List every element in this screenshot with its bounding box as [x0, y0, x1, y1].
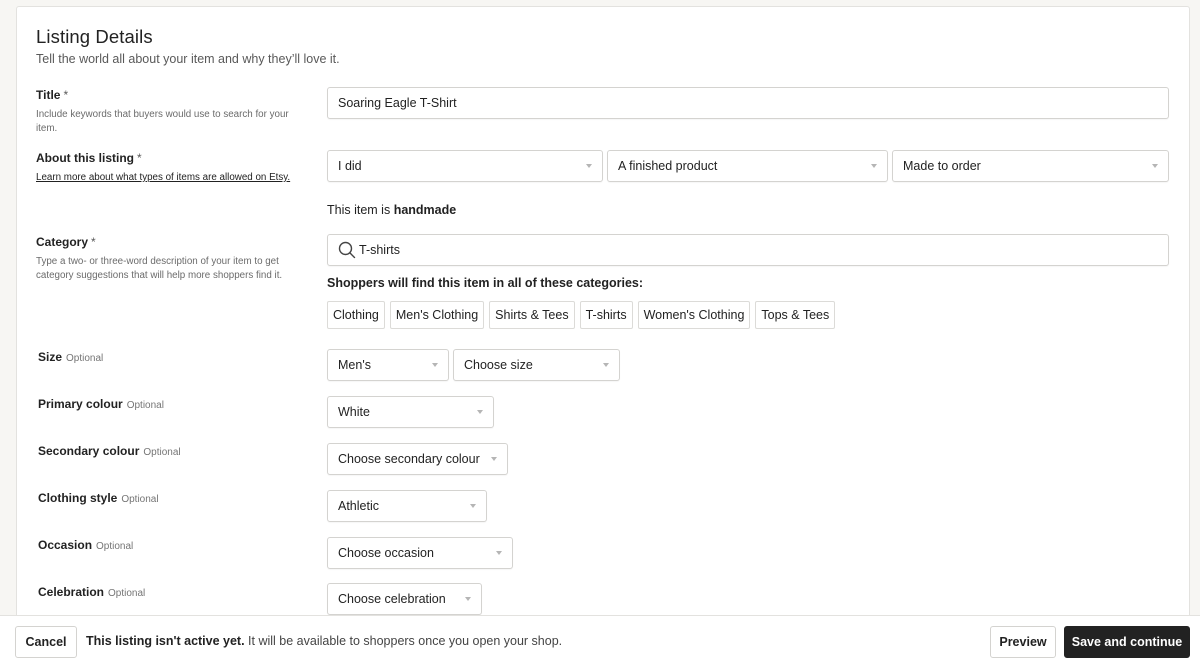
chevron-down-icon: [586, 164, 592, 168]
optional-tag: Optional: [96, 541, 134, 552]
category-chip: Shirts & Tees: [489, 301, 575, 329]
clothing-style-select[interactable]: Athletic: [327, 490, 487, 522]
chevron-down-icon: [603, 363, 609, 367]
optional-tag: Optional: [143, 447, 181, 458]
when-made-select[interactable]: Made to order: [892, 150, 1169, 182]
category-chip: Tops & Tees: [755, 301, 836, 329]
preview-button[interactable]: Preview: [990, 626, 1056, 658]
occasion-value: Choose occasion: [338, 546, 434, 560]
primary-colour-value: White: [338, 405, 370, 419]
category-chip: Women's Clothing: [637, 301, 751, 329]
secondary-colour-select[interactable]: Choose secondary colour: [327, 443, 508, 475]
handmade-note: This item is handmade: [327, 203, 456, 217]
category-search-input[interactable]: T-shirts: [327, 234, 1169, 266]
category-search-value: T-shirts: [359, 243, 400, 257]
category-label-text: Category: [36, 235, 89, 249]
required-mark: *: [137, 151, 142, 165]
about-label-text: About this listing: [36, 151, 134, 165]
clothing-style-label: Clothing style Optional: [38, 491, 159, 505]
who-made-value: I did: [338, 159, 362, 173]
secondary-colour-label: Secondary colour Optional: [38, 444, 181, 458]
category-description: Type a two- or three-word description of…: [36, 256, 283, 281]
primary-colour-select[interactable]: White: [327, 396, 494, 428]
required-mark: *: [63, 88, 69, 102]
chevron-down-icon: [1152, 164, 1158, 168]
occasion-select[interactable]: Choose occasion: [327, 537, 513, 569]
inactive-listing-message-bold: This listing isn't active yet.: [86, 634, 245, 648]
what-is-it-select[interactable]: A finished product: [607, 150, 888, 182]
chevron-down-icon: [496, 551, 502, 555]
handmade-note-value: handmade: [393, 203, 457, 217]
chevron-down-icon: [477, 410, 483, 414]
page-subtitle: Tell the world all about your item and w…: [36, 52, 340, 66]
inactive-listing-message-rest: It will be available to shoppers once yo…: [244, 634, 563, 648]
title-input-value: Soaring Eagle T-Shirt: [338, 96, 457, 110]
size-value: Choose size: [464, 358, 533, 372]
about-label: About this listing *: [36, 151, 142, 165]
allowed-items-link[interactable]: Learn more about what types of items are…: [36, 171, 298, 185]
cancel-button[interactable]: Cancel: [15, 626, 77, 658]
category-chip-list: Clothing Men's Clothing Shirts & Tees T-…: [327, 301, 836, 329]
inactive-listing-message: This listing isn't active yet. It will b…: [86, 634, 562, 648]
primary-colour-label-text: Primary colour: [38, 397, 123, 411]
chevron-down-icon: [432, 363, 438, 367]
category-chip: Clothing: [327, 301, 385, 329]
what-is-it-value: A finished product: [618, 159, 718, 173]
category-chip: T-shirts: [579, 301, 633, 329]
title-label: Title *: [36, 88, 68, 102]
chevron-down-icon: [871, 164, 877, 168]
title-input[interactable]: Soaring Eagle T-Shirt: [327, 87, 1169, 119]
celebration-value: Choose celebration: [338, 592, 446, 606]
chevron-down-icon: [465, 597, 471, 601]
category-suggestions-heading: Shoppers will find this item in all of t…: [327, 276, 644, 290]
required-mark: *: [91, 235, 96, 249]
when-made-value: Made to order: [903, 159, 981, 173]
handmade-note-prefix: This item is: [327, 203, 391, 217]
who-made-select[interactable]: I did: [327, 150, 603, 182]
chevron-down-icon: [470, 504, 476, 508]
secondary-colour-value: Choose secondary colour: [338, 452, 480, 466]
occasion-label: Occasion Optional: [38, 538, 133, 552]
category-label: Category *: [36, 235, 96, 249]
size-label-text: Size: [38, 350, 63, 364]
footer-bar: Cancel This listing isn't active yet. It…: [0, 615, 1200, 670]
save-and-continue-button[interactable]: Save and continue: [1064, 626, 1190, 658]
optional-tag: Optional: [121, 494, 159, 505]
clothing-style-label-text: Clothing style: [38, 491, 118, 505]
size-type-value: Men's: [338, 358, 371, 372]
optional-tag: Optional: [66, 353, 104, 364]
search-icon: [338, 241, 356, 259]
occasion-label-text: Occasion: [38, 538, 93, 552]
size-label: Size Optional: [38, 350, 103, 364]
size-select[interactable]: Choose size: [453, 349, 620, 381]
chevron-down-icon: [491, 457, 497, 461]
primary-colour-label: Primary colour Optional: [38, 397, 164, 411]
title-description: Include keywords that buyers would use t…: [36, 109, 289, 134]
secondary-colour-label-text: Secondary colour: [38, 444, 140, 458]
size-type-select[interactable]: Men's: [327, 349, 449, 381]
celebration-label: Celebration Optional: [38, 585, 145, 599]
optional-tag: Optional: [108, 588, 146, 599]
optional-tag: Optional: [126, 400, 164, 411]
title-label-text: Title: [36, 88, 61, 102]
page-title: Listing Details: [36, 26, 153, 47]
celebration-label-text: Celebration: [38, 585, 105, 599]
category-chip: Men's Clothing: [389, 301, 485, 329]
celebration-select[interactable]: Choose celebration: [327, 583, 482, 615]
clothing-style-value: Athletic: [338, 499, 379, 513]
